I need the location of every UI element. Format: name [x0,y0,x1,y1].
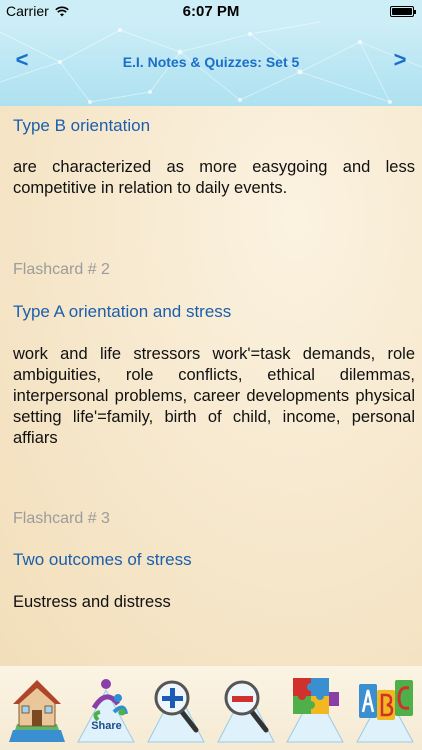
card-term: Two outcomes of stress [13,550,192,569]
status-bar: Carrier 6:07 PM [0,0,422,22]
share-button[interactable]: Share [74,668,138,746]
card-heading: Flashcard # 3 [13,510,110,527]
abc-blocks-icon [356,680,414,743]
puzzle-icon [286,678,345,743]
nav-bar: < E.I. Notes & Quizzes: Set 5 > [0,22,422,106]
home-icon [8,680,65,742]
card-definition: Eustress and distress [13,593,171,611]
card-term: Type A orientation and stress [13,302,232,321]
card-term: Type B orientation [13,116,151,135]
card-definition: are characterized as more easygoing and … [13,158,415,197]
zoom-out-button[interactable] [214,668,278,746]
back-button[interactable]: < [10,48,34,72]
zoom-in-button[interactable] [144,668,208,746]
bottom-toolbar: Share [0,666,422,750]
page-title: E.I. Notes & Quizzes: Set 5 [122,54,300,70]
puzzle-button[interactable] [283,668,347,746]
status-left: Carrier [6,3,69,19]
flashcard-list[interactable]: Type B orientation are characterized as … [0,106,422,666]
forward-button[interactable]: > [388,48,412,72]
abc-blocks-button[interactable] [353,668,417,746]
battery-level [392,7,412,15]
zoom-in-icon [147,680,205,743]
card-heading: Flashcard # 2 [13,261,110,278]
wifi-icon [55,6,69,17]
home-button[interactable] [5,668,69,746]
carrier-label: Carrier [6,3,49,19]
share-label: Share [91,720,122,732]
zoom-out-icon [216,680,275,743]
card-definition: work and life stressors work'=task deman… [13,345,415,447]
battery-icon [390,5,416,17]
share-icon [77,679,136,743]
